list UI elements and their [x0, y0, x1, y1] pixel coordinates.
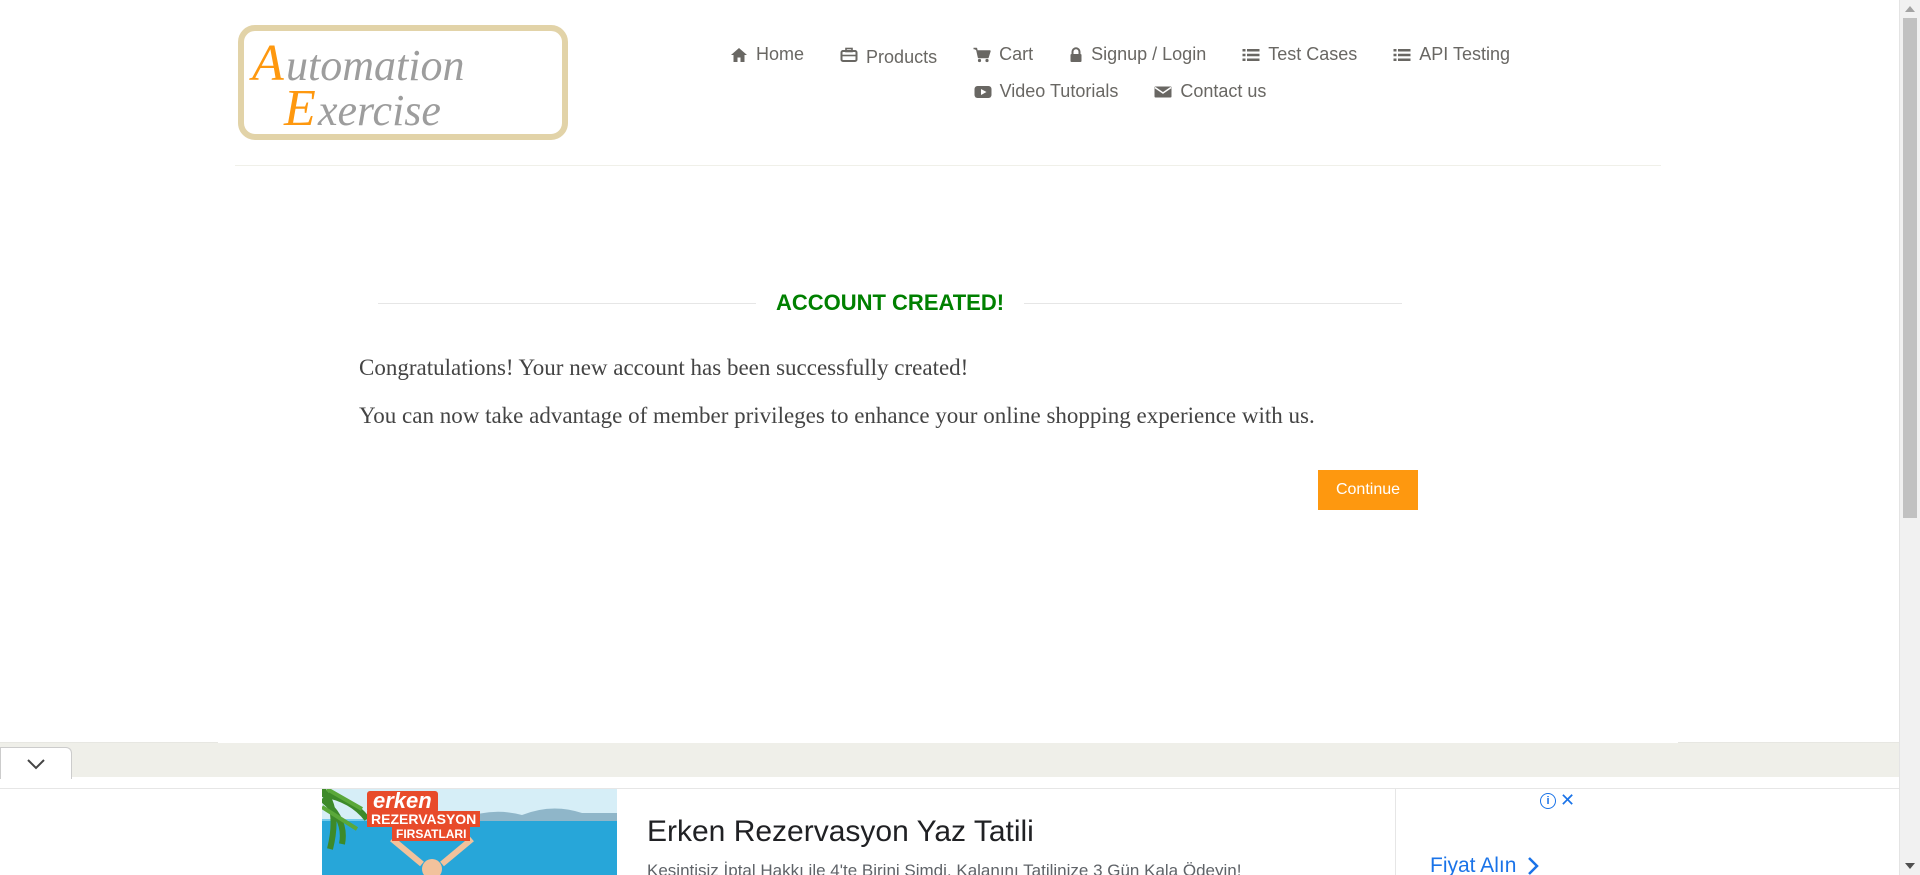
cart-icon	[973, 47, 991, 62]
ad-description: Kesintisiz İptal Hakkı ile 4'te Birini Ş…	[647, 861, 1242, 875]
ad-cta-button[interactable]: Fiyat Alın	[1430, 854, 1540, 875]
nav-label-products: Products	[866, 47, 938, 67]
nav-label-test-cases: Test Cases	[1268, 44, 1358, 64]
ad-cta-label: Fiyat Alın	[1430, 854, 1517, 875]
list-icon	[1393, 48, 1411, 61]
ad-brand-sub2: FIRSATLARI	[392, 827, 471, 841]
page-title: ACCOUNT CREATED!	[775, 290, 1005, 315]
header-divider	[235, 165, 1661, 166]
main-nav: Home Products Cart Signup / Login Test C…	[720, 36, 1520, 110]
title-rule-right	[1024, 302, 1403, 304]
chevron-down-icon	[27, 758, 45, 769]
chevron-right-icon	[1528, 857, 1540, 875]
site-logo[interactable]: A utomation E xercise	[238, 25, 568, 140]
nav-label-cart: Cart	[999, 44, 1034, 64]
nav-row-2: Video Tutorials Contact us	[720, 73, 1520, 110]
nav-item-cart[interactable]: Cart	[955, 44, 1051, 65]
ad-bar-highlight	[218, 742, 1678, 743]
ad-dock: erken REZERVASYON FIRSATLARI Erken Rezer…	[0, 742, 1899, 875]
title-rule-left	[378, 302, 756, 304]
ad-collapse-button[interactable]	[0, 747, 72, 779]
nav-item-api-testing[interactable]: API Testing	[1375, 44, 1528, 65]
ad-dock-bar	[0, 742, 1899, 779]
envelope-icon	[1154, 86, 1172, 97]
nav-item-video-tutorials[interactable]: Video Tutorials	[956, 81, 1137, 102]
lock-icon	[1070, 46, 1082, 62]
youtube-play-icon	[974, 85, 992, 98]
svg-text:xercise: xercise	[317, 86, 441, 135]
home-icon	[731, 47, 748, 62]
nav-label-home: Home	[756, 44, 805, 64]
nav-item-products[interactable]: Products	[822, 44, 955, 67]
scroll-up-arrow[interactable]	[1905, 6, 1915, 12]
logo-graphic: A utomation E xercise	[238, 25, 568, 140]
continue-button[interactable]: Continue	[1318, 470, 1418, 510]
ad-headline[interactable]: Erken Rezervasyon Yaz Tatili	[647, 815, 1034, 849]
scroll-down-arrow[interactable]	[1905, 863, 1915, 869]
ad-image[interactable]: erken REZERVASYON FIRSATLARI	[322, 789, 617, 875]
nav-label-signup-login: Signup / Login	[1091, 44, 1207, 64]
ad-brand: erken	[367, 790, 438, 813]
nav-item-contact-us[interactable]: Contact us	[1136, 81, 1284, 102]
page: A utomation E xercise Home Products Cart…	[0, 0, 1920, 875]
svg-text:A: A	[249, 35, 284, 92]
list-icon	[1242, 48, 1260, 61]
privileges-message: You can now take advantage of member pri…	[359, 403, 1315, 428]
nav-label-contact-us: Contact us	[1180, 81, 1267, 101]
ad-brand-sub: REZERVASYON	[367, 811, 481, 827]
nav-item-home[interactable]: Home	[712, 44, 822, 65]
page-scrollbar[interactable]	[1899, 0, 1920, 875]
scroll-thumb[interactable]	[1903, 18, 1917, 518]
ad-banner[interactable]: erken REZERVASYON FIRSATLARI Erken Rezer…	[0, 788, 1899, 875]
ad-info-icon[interactable]: i	[1540, 793, 1556, 809]
title-section: ACCOUNT CREATED!	[378, 285, 1403, 321]
nav-label-api-testing: API Testing	[1419, 44, 1510, 64]
nav-label-video-tutorials: Video Tutorials	[999, 81, 1119, 101]
congrats-message: Congratulations! Your new account has be…	[359, 355, 969, 380]
briefcase-icon	[840, 47, 858, 62]
ad-close-icon[interactable]: ✕	[1560, 791, 1575, 809]
nav-item-signup-login[interactable]: Signup / Login	[1051, 44, 1224, 65]
nav-item-test-cases[interactable]: Test Cases	[1224, 44, 1375, 65]
svg-text:E: E	[283, 80, 316, 137]
nav-row-1: Home Products Cart Signup / Login Test C…	[720, 36, 1520, 73]
